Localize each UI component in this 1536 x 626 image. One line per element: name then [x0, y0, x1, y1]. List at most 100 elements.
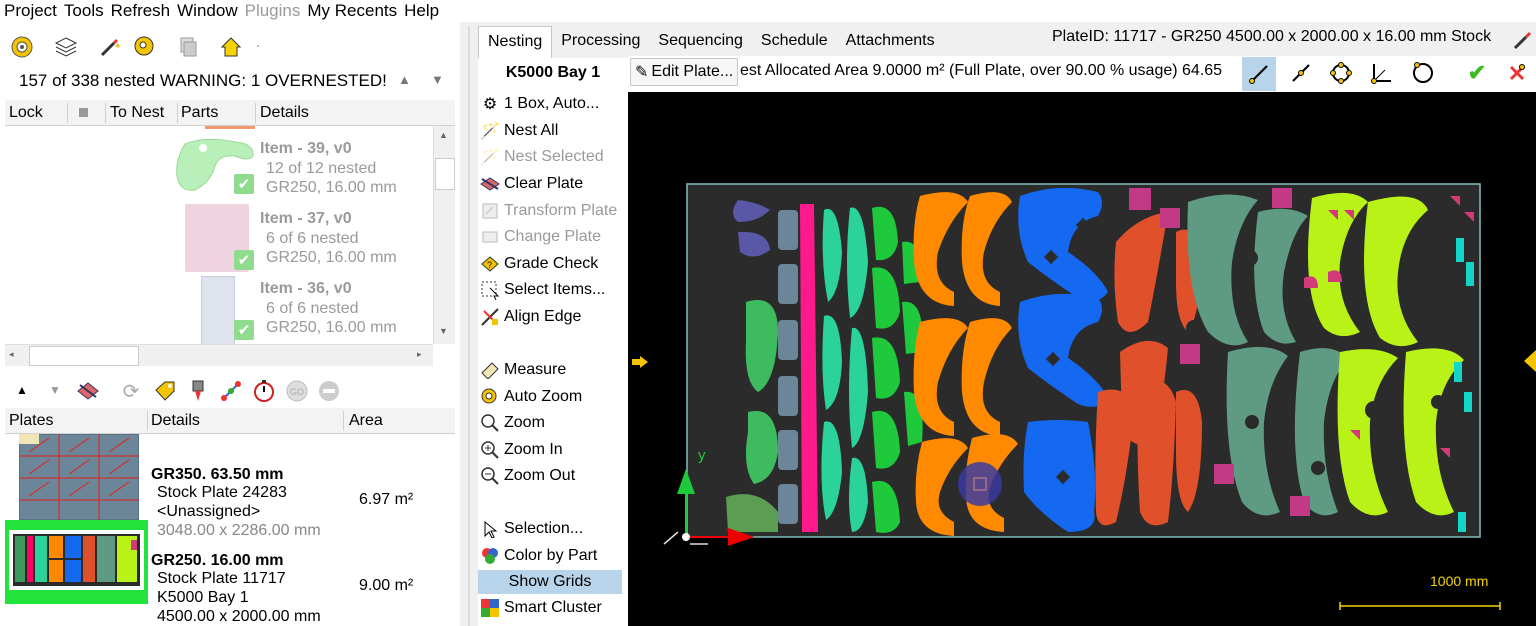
cancel-icon[interactable]	[1502, 58, 1532, 88]
zoom-icon	[478, 412, 502, 434]
grade-check-button[interactable]: ? Grade Check	[478, 252, 598, 276]
selection-button[interactable]: Selection...	[478, 517, 583, 541]
col-lock[interactable]: Lock	[9, 104, 43, 122]
home-icon[interactable]	[218, 34, 244, 60]
menu-my-recents[interactable]: My Recents	[307, 1, 397, 21]
scale-label: 1000 mm	[1430, 573, 1488, 589]
laser-icon[interactable]	[185, 378, 211, 404]
measure-button[interactable]: Measure	[478, 358, 566, 382]
menu-project[interactable]: Project	[4, 1, 57, 21]
grade-icon: ?	[478, 253, 502, 275]
col-plate-details[interactable]: Details	[151, 412, 200, 430]
refresh-icon[interactable]: ⟳	[118, 378, 144, 404]
col-to-nest[interactable]: To Nest	[110, 104, 164, 122]
menu-window[interactable]: Window	[177, 1, 237, 21]
nesting-canvas[interactable]: y 1000 mm	[628, 92, 1536, 626]
scroll-thumb[interactable]	[435, 158, 455, 190]
command-label: Color by Part	[504, 547, 598, 564]
plate-right-marker	[1524, 350, 1536, 372]
parts-hscrollbar[interactable]: ◂ ▸	[5, 344, 433, 366]
check-icon: ✔	[234, 174, 254, 194]
timer-icon[interactable]	[251, 378, 277, 404]
line-snap-icon[interactable]	[1242, 57, 1276, 91]
tag-icon[interactable]	[152, 378, 178, 404]
path-icon[interactable]	[218, 378, 244, 404]
part-title: Item - 39, v0	[260, 140, 352, 157]
midpoint-snap-icon[interactable]	[1286, 58, 1316, 88]
perpendicular-snap-icon[interactable]	[1366, 58, 1396, 88]
show-grids-button[interactable]: Show Grids	[478, 570, 622, 594]
menu-bar: Project Tools Refresh Window Plugins My …	[0, 0, 1536, 22]
change-plate-button[interactable]: Change Plate	[478, 225, 601, 249]
cluster-icon	[478, 597, 502, 619]
move-up-icon[interactable]: ▲	[16, 383, 28, 397]
nest-status: 157 of 338 nested WARNING: 1 OVERNESTED!	[19, 71, 387, 90]
check-icon: ✔	[234, 320, 254, 340]
go-icon[interactable]: GO	[284, 378, 310, 404]
wand-icon: 🪄	[480, 123, 500, 140]
scroll-up-icon[interactable]: ▲	[398, 72, 411, 87]
pane-splitter[interactable]	[460, 22, 478, 626]
clear-icon	[478, 173, 502, 195]
wand-icon[interactable]: ✦	[97, 34, 123, 60]
list-item[interactable]: ✔ Item - 36, v0 6 of 6 nested GR250, 16.…	[5, 274, 433, 344]
menu-help[interactable]: Help	[404, 1, 439, 21]
wand-icon: 🪄	[480, 149, 500, 166]
gear-icon: ⚙	[482, 96, 498, 113]
smart-cluster-button[interactable]: Smart Cluster	[478, 596, 602, 620]
circle-snap-icon[interactable]	[1408, 58, 1438, 88]
select-icon	[478, 279, 502, 301]
parts-vscrollbar[interactable]: ▲ ▼	[433, 126, 455, 344]
copy-icon[interactable]	[175, 34, 201, 60]
quadrant-snap-icon[interactable]	[1326, 58, 1356, 88]
plate-drawing[interactable]: y 1000 mm	[628, 92, 1536, 626]
zoom-button[interactable]: Zoom	[478, 411, 545, 435]
auto-zoom-button[interactable]: Auto Zoom	[478, 385, 582, 409]
col-details[interactable]: Details	[260, 104, 309, 122]
nest-selected-button[interactable]: 🪄 Nest Selected	[478, 145, 604, 169]
tab-sequencing[interactable]: Sequencing	[649, 26, 752, 58]
head-gear-icon[interactable]	[131, 34, 157, 60]
col-plates[interactable]: Plates	[9, 412, 53, 430]
command-label: Auto Zoom	[504, 388, 583, 405]
col-parts[interactable]: Parts	[181, 104, 218, 122]
plate-row[interactable]: GR350. 63.50 mm Stock Plate 24283 <Unass…	[5, 434, 455, 539]
clear-nest-icon[interactable]	[75, 378, 101, 404]
color-by-part-button[interactable]: Color by Part	[478, 544, 597, 568]
accept-icon[interactable]: ✔	[1462, 58, 1492, 88]
transform-plate-button[interactable]: Transform Plate	[478, 199, 617, 223]
tab-schedule[interactable]: Schedule	[752, 26, 837, 58]
scroll-thumb[interactable]	[29, 346, 139, 366]
menu-plugins[interactable]: Plugins	[245, 1, 301, 21]
part-title: Item - 37, v0	[260, 210, 352, 227]
plates-header: Plates Details Area	[5, 408, 455, 434]
menu-tools[interactable]: Tools	[64, 1, 104, 21]
list-item[interactable]: ✔ Item - 37, v0 6 of 6 nested GR250, 16.…	[5, 204, 433, 274]
align-edge-button[interactable]: Align Edge	[478, 305, 581, 329]
edit-plate-button[interactable]: ✎ Edit Plate...	[630, 58, 739, 86]
command-label: Nest All	[504, 122, 559, 139]
box-auto-button[interactable]: ⚙ 1 Box, Auto...	[478, 92, 599, 116]
command-panel: K5000 Bay 1 ⚙ 1 Box, Auto... 🪄 Nest All 🪄 N…	[478, 58, 628, 626]
move-down-icon[interactable]: ▼	[49, 383, 61, 397]
target-icon[interactable]	[9, 34, 35, 60]
menu-refresh[interactable]: Refresh	[111, 1, 171, 21]
plate-row-selected[interactable]: GR250. 16.00 mm Stock Plate 11717 K5000 …	[5, 520, 455, 625]
list-item[interactable]: ✔ Item - 39, v0 12 of 12 nested GR250, 1…	[5, 134, 433, 200]
scroll-down-icon[interactable]: ▼	[431, 72, 444, 87]
col-area[interactable]: Area	[349, 412, 383, 430]
wand-icon[interactable]	[1510, 26, 1536, 54]
clear-plate-button[interactable]: Clear Plate	[478, 172, 583, 196]
tab-nesting[interactable]: Nesting	[478, 26, 553, 58]
plate-left-marker	[632, 356, 648, 368]
stop-icon[interactable]	[316, 378, 342, 404]
nest-all-button[interactable]: 🪄 Nest All	[478, 119, 558, 143]
layers-icon[interactable]	[53, 34, 79, 60]
col-flag-icon	[79, 108, 88, 117]
zoom-out-button[interactable]: Zoom Out	[478, 464, 575, 488]
tab-processing[interactable]: Processing	[552, 26, 649, 58]
align-icon	[478, 306, 502, 328]
select-items-button[interactable]: Select Items...	[478, 278, 605, 302]
tab-attachments[interactable]: Attachments	[837, 26, 944, 58]
zoom-in-button[interactable]: Zoom In	[478, 438, 563, 462]
